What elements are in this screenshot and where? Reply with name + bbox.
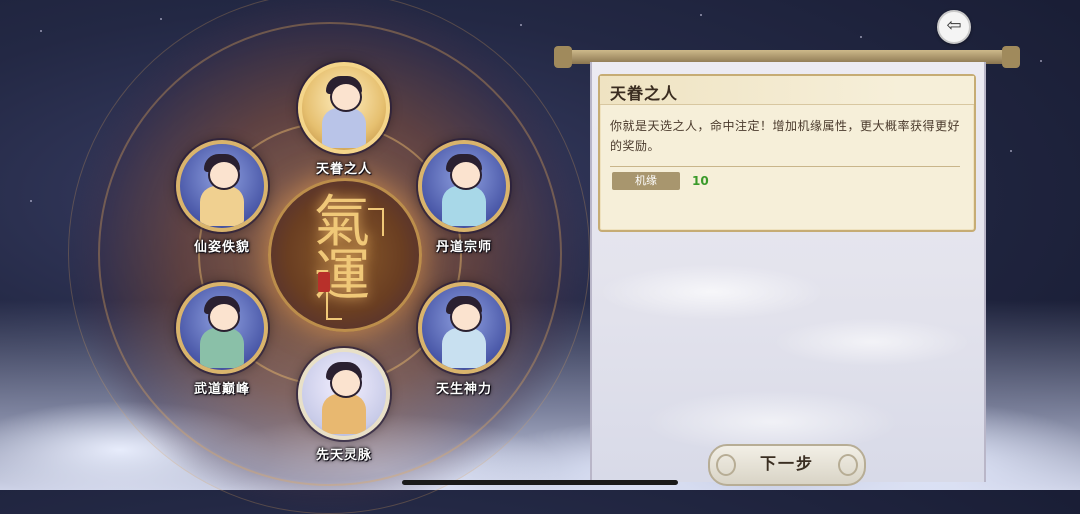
chibi-head [450, 160, 482, 190]
back-button[interactable]: ⇦ [937, 10, 971, 44]
chibi-head [208, 302, 240, 332]
bracket-corner [326, 292, 342, 320]
talent-detail-card: 天眷之人 你就是天选之人，命中注定！增加机缘属性，更大概率获得更好的奖励。 机缘… [598, 74, 976, 232]
red-seal [318, 272, 330, 292]
divider [610, 166, 960, 167]
avatar [418, 140, 510, 232]
attribute-name-tag: 机缘 [612, 172, 680, 190]
chibi-head [208, 160, 240, 190]
talent-label: 丹道宗师 [435, 240, 492, 255]
star [860, 36, 862, 38]
avatar [298, 62, 390, 154]
chibi-body [322, 108, 366, 148]
star [160, 18, 162, 20]
chibi-head [330, 82, 362, 112]
talent-dandao[interactable]: 丹道宗师 [418, 140, 510, 255]
star [1010, 150, 1012, 152]
star [1040, 60, 1042, 62]
chibi-head [450, 302, 482, 332]
talent-tiansheng[interactable]: 天生神力 [418, 282, 510, 397]
chibi-body [322, 394, 366, 434]
talent-description: 你就是天选之人，命中注定！增加机缘属性，更大概率获得更好的奖励。 [610, 119, 961, 153]
star [700, 14, 702, 16]
talent-label: 武道巅峰 [193, 382, 250, 397]
avatar [298, 348, 390, 440]
talent-tianjuan[interactable]: 天眷之人 [298, 62, 390, 177]
talent-title: 天眷之人 [610, 84, 679, 103]
avatar [418, 282, 510, 374]
next-step-label: 下一步 [759, 454, 814, 473]
talent-label: 天生神力 [435, 382, 492, 397]
attribute-value: 10 [692, 174, 709, 188]
talent-wudao[interactable]: 武道巅峰 [176, 282, 268, 397]
talent-label: 仙姿佚貌 [193, 240, 250, 255]
star [40, 30, 42, 32]
talent-label: 先天灵脉 [315, 448, 372, 463]
talent-xiantian[interactable]: 先天灵脉 [298, 348, 390, 463]
chibi-head [330, 368, 362, 398]
star [30, 200, 32, 202]
avatar [176, 282, 268, 374]
divider [600, 104, 974, 105]
bracket-corner [368, 208, 384, 236]
back-arrow-icon: ⇦ [946, 15, 962, 36]
chibi-body [200, 328, 244, 368]
avatar [176, 140, 268, 232]
home-indicator[interactable] [402, 480, 678, 485]
chibi-body [442, 186, 486, 226]
chibi-body [200, 186, 244, 226]
next-step-button[interactable]: 下一步 [708, 444, 866, 486]
chibi-body [442, 328, 486, 368]
talent-xianzi[interactable]: 仙姿佚貌 [176, 140, 268, 255]
star [520, 24, 522, 26]
talent-label: 天眷之人 [315, 162, 372, 177]
